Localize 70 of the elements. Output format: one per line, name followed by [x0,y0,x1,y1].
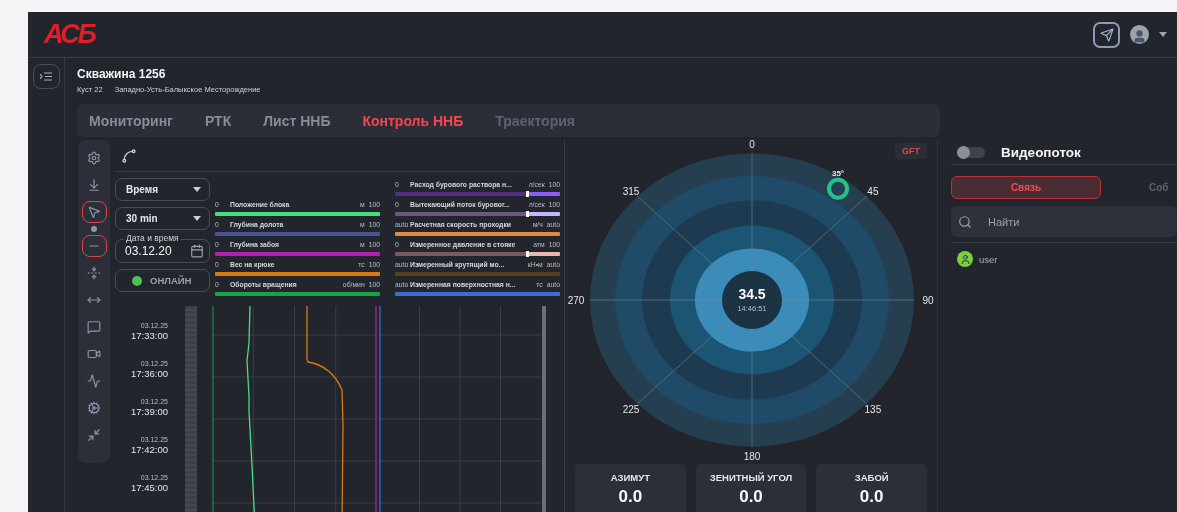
range-thumb[interactable] [526,251,529,257]
tab[interactable]: Мониторинг [89,112,187,129]
gear-icon [87,151,101,165]
compass-label: 135 [864,404,882,416]
compass-label: 90 [922,295,934,306]
date-value: 03.12.20 [125,244,172,258]
center-value: 34.5 [738,286,766,302]
metric-title: ЗЕНИТНЫЙ УГОЛ [709,472,793,483]
position-marker [827,177,850,200]
shrink-icon [87,428,101,442]
menu-icon [40,72,52,81]
time-axis-time: 17:42:00 [131,444,168,455]
video-toggle[interactable] [957,146,985,158]
menu-toggle-button[interactable] [32,64,60,89]
cog-icon [87,401,101,415]
caret-icon [193,216,201,221]
search-bar[interactable]: Найти [951,206,1177,237]
compass-label: 270 [567,295,585,306]
metric-value: 0.0 [739,487,763,507]
calendar-icon[interactable] [190,244,204,258]
compass-label: 180 [743,450,761,462]
range-select[interactable]: 30 min [115,207,210,230]
tab[interactable]: Контроль ННБ [362,112,478,129]
video-label: Видеопоток [1001,144,1081,160]
marker-label: 35° [832,168,845,178]
tool-button[interactable] [81,201,107,223]
time-axis-time: 17:45:00 [131,482,168,493]
compass-label: 0 [749,140,755,151]
search-icon [958,214,972,229]
axis-select[interactable]: Время [115,178,210,201]
user-name[interactable]: user [979,253,998,265]
date-label: Дата и время [124,234,181,243]
camera-icon [87,347,101,361]
range-thumb[interactable] [526,191,529,197]
tab[interactable]: Лист ННБ [263,112,345,129]
search-input[interactable]: Найти [986,214,1136,229]
tool-button[interactable] [81,235,107,257]
fold-icon [87,266,101,280]
online-button[interactable]: ОНЛАЙН [115,269,210,292]
compass-label: 315 [622,185,640,197]
message-icon [87,320,101,334]
scrollbar[interactable] [542,306,546,512]
user-avatar [957,251,973,267]
send-button[interactable] [1093,21,1120,48]
metric-value: 0.0 [859,487,884,507]
user-avatar[interactable] [1130,25,1149,44]
pulse-icon [87,374,101,388]
online-dot [132,275,142,286]
caret-icon [193,187,201,192]
compass-label: 45 [867,185,879,197]
status-dot [91,226,97,232]
logo: АСБ [44,19,95,50]
metric-value: 0.0 [618,487,643,507]
segment-tab[interactable]: Связь [951,176,1101,199]
segment-tab[interactable]: Соб [1104,176,1170,199]
tab[interactable]: РТК [204,112,246,129]
compass-label: 225 [622,404,640,416]
caret-icon[interactable] [1159,32,1167,37]
range-thumb[interactable] [526,211,529,217]
gft-badge: GFT [895,143,927,159]
metric-title: АЗИМУТ [610,472,650,483]
download-icon [87,178,101,192]
send-icon [1099,27,1114,42]
time-axis-time: 17:33:00 [131,330,168,341]
time-axis-time: 17:39:00 [131,406,168,417]
well-title: Скважина 1256 [77,67,167,81]
cursor-icon [87,205,101,219]
spline-icon[interactable] [121,147,137,164]
metric-title: ЗАБОЙ [854,472,889,483]
time-axis-time: 17:36:00 [131,368,168,379]
